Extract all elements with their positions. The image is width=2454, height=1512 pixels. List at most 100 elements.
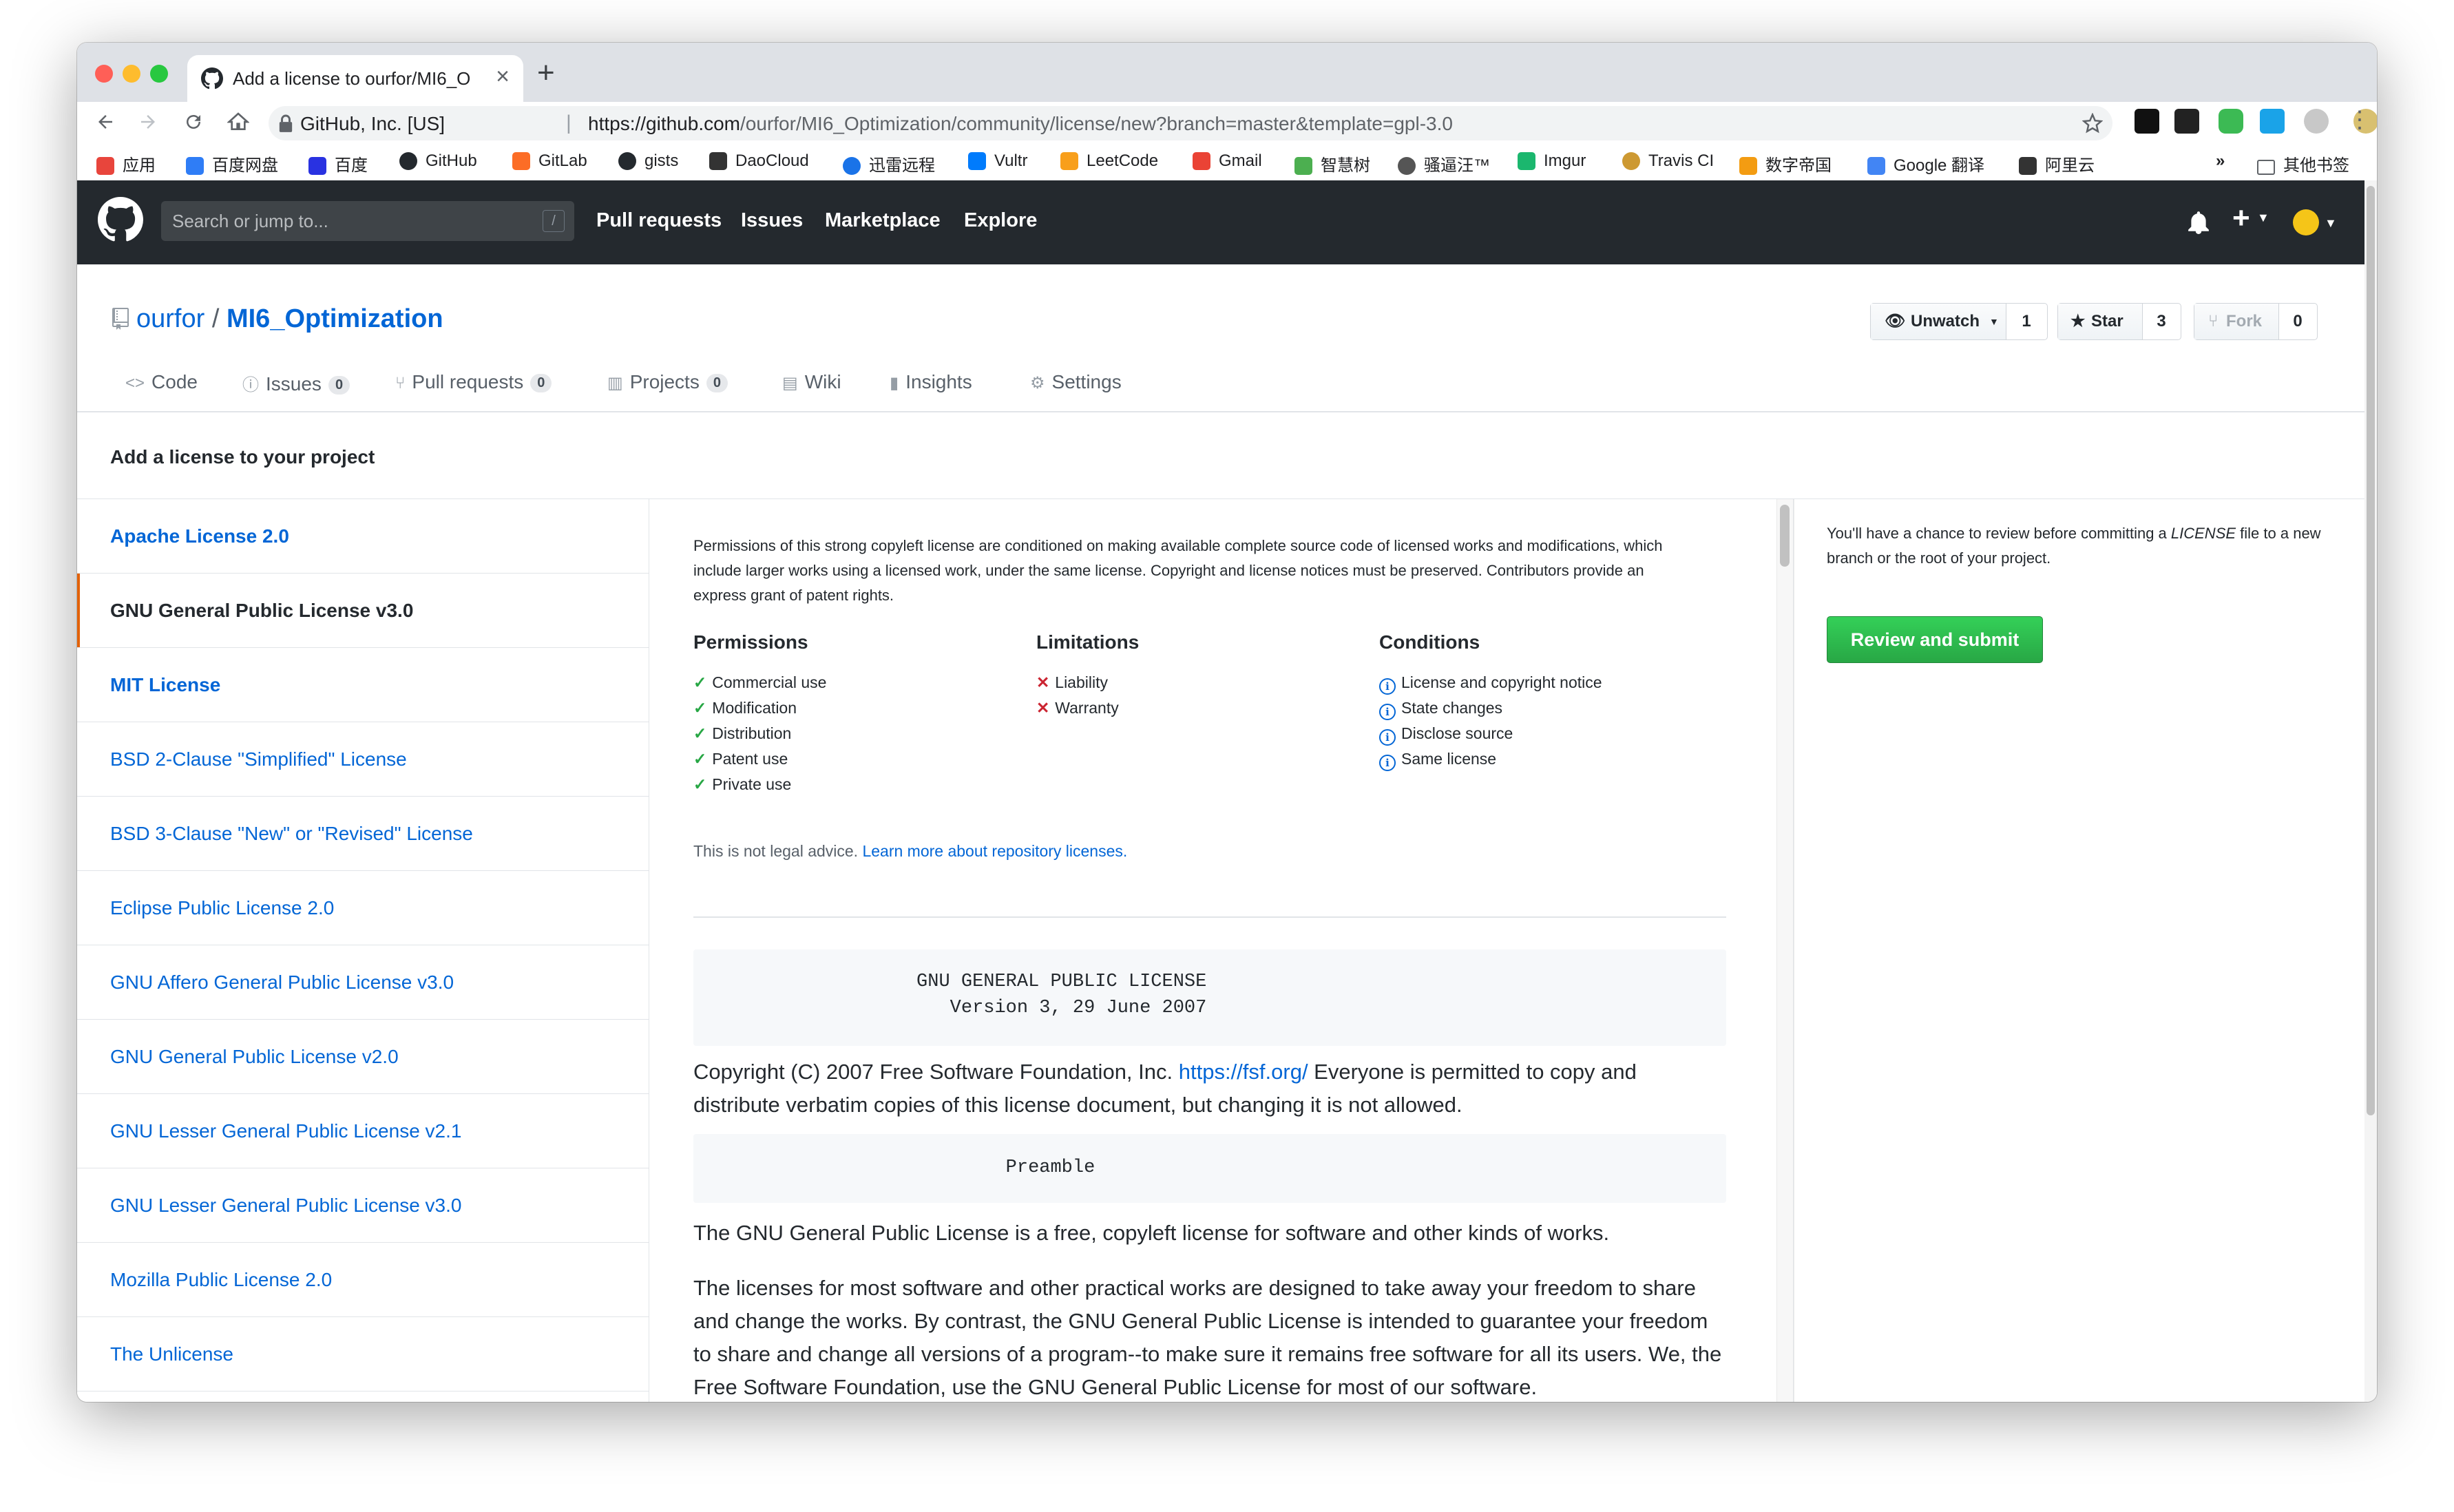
bookmark-item[interactable]: Travis CI <box>1622 151 1714 171</box>
address-bar[interactable]: GitHub, Inc. [US] | https://github.com/o… <box>269 106 2112 140</box>
close-window-button[interactable] <box>95 65 113 83</box>
extension-4-icon[interactable] <box>2260 109 2285 134</box>
url-path: /ourfor/MI6_Optimization/community/licen… <box>740 113 1453 134</box>
tab-projects[interactable]: ▥ Projects 0 <box>607 371 728 393</box>
license-item-bsd-3[interactable]: BSD 3-Clause "New" or "Revised" License <box>77 797 649 871</box>
bookmark-item[interactable]: 数字帝国 <box>1739 151 1832 176</box>
other-bookmarks[interactable]: 其他书签 <box>2257 151 2349 176</box>
nav-marketplace[interactable]: Marketplace <box>825 209 941 232</box>
bookmark-item[interactable]: Imgur <box>1518 151 1586 171</box>
tab-pull-requests[interactable]: ⑂ Pull requests 0 <box>395 371 552 393</box>
create-dropdown-caret-icon[interactable]: ▼ <box>2257 211 2269 225</box>
fork-button[interactable]: ⑂ Fork <box>2194 304 2279 339</box>
bookmark-item[interactable]: LeetCode <box>1060 151 1158 171</box>
nav-pull-requests[interactable]: Pull requests <box>596 209 722 232</box>
user-dropdown-caret-icon[interactable]: ▼ <box>2325 216 2337 231</box>
create-new-plus-icon[interactable]: + <box>2232 201 2250 235</box>
license-item-bsd-2[interactable]: BSD 2-Clause "Simplified" License <box>77 722 649 797</box>
license-item-lgpl-2-1[interactable]: GNU Lesser General Public License v2.1 <box>77 1094 649 1168</box>
details-scrollbar-thumb[interactable] <box>1780 505 1790 567</box>
home-icon[interactable] <box>227 111 249 133</box>
reload-icon[interactable] <box>183 112 204 132</box>
tab-settings[interactable]: ⚙ Settings <box>1030 371 1122 393</box>
tab-close-icon[interactable]: × <box>496 65 510 88</box>
saobiwang-icon <box>1398 157 1416 175</box>
license-item-apache[interactable]: Apache License 2.0 <box>77 499 649 574</box>
page-scrollbar-thumb[interactable] <box>2367 186 2375 1115</box>
bookmark-item[interactable]: 应用 <box>96 151 156 176</box>
bookmark-item[interactable]: 智慧树 <box>1294 151 1370 176</box>
bookmark-item[interactable]: GitHub <box>399 151 477 171</box>
watchers-count[interactable]: 1 <box>2006 304 2046 339</box>
bookmark-item[interactable]: GitLab <box>512 151 587 171</box>
extension-2-icon[interactable] <box>2174 109 2199 134</box>
forks-count[interactable]: 0 <box>2279 304 2316 339</box>
eye-icon: 👁 <box>1885 312 1906 330</box>
search-input[interactable] <box>161 201 530 241</box>
fsf-link[interactable]: https://fsf.org/ <box>1179 1060 1308 1084</box>
folder-icon <box>2257 160 2275 175</box>
limitation-rule: ✕ Liability <box>1036 673 1108 691</box>
extension-1-icon[interactable] <box>2135 109 2159 134</box>
page-title: Add a license to your project <box>110 446 375 468</box>
license-item-agpl-3[interactable]: GNU Affero General Public License v3.0 <box>77 945 649 1020</box>
bookmark-item[interactable]: 百度 <box>308 151 368 176</box>
check-icon: ✓ <box>693 699 707 717</box>
maximize-window-button[interactable] <box>150 65 168 83</box>
bookmarks-overflow-button[interactable]: » <box>2216 151 2225 171</box>
learn-more-link[interactable]: Learn more about repository licenses. <box>862 842 1127 860</box>
bookmark-item[interactable]: 阿里云 <box>2019 151 2095 176</box>
extension-3-icon[interactable] <box>2219 109 2243 134</box>
review-note: You'll have a chance to review before co… <box>1827 525 2321 567</box>
github-logo-icon[interactable] <box>98 197 143 242</box>
bookmark-item[interactable]: Gmail <box>1193 151 1262 171</box>
unwatch-button[interactable]: 👁 Unwatch ▼ <box>1871 304 2006 339</box>
review-and-submit-button[interactable]: Review and submit <box>1827 616 2043 663</box>
bookmark-item[interactable]: 骚逼汪™ <box>1398 151 1490 176</box>
license-item-epl-2[interactable]: Eclipse Public License 2.0 <box>77 871 649 945</box>
license-item-gpl-3[interactable]: GNU General Public License v3.0 <box>77 574 649 648</box>
bookmark-item[interactable]: Vultr <box>968 151 1027 171</box>
tab-wiki[interactable]: ▤ Wiki <box>782 371 841 393</box>
active-tab[interactable]: Add a license to ourfor/MI6_Op × <box>187 55 523 102</box>
license-item-lgpl-3[interactable]: GNU Lesser General Public License v3.0 <box>77 1168 649 1243</box>
minimize-window-button[interactable] <box>123 65 140 83</box>
license-header-box: GNU GENERAL PUBLIC LICENSE Version 3, 29… <box>693 949 1726 1046</box>
new-tab-button[interactable]: + <box>537 58 555 88</box>
page-scrollbar[interactable] <box>2364 180 2377 1402</box>
bookmark-item[interactable]: DaoCloud <box>709 151 809 171</box>
license-item-unlicense[interactable]: The Unlicense <box>77 1317 649 1392</box>
bookmark-star-icon[interactable] <box>2082 113 2103 134</box>
bookmark-item[interactable]: 百度网盘 <box>186 151 278 176</box>
back-arrow-icon[interactable] <box>95 112 116 132</box>
star-button[interactable]: ★ Star <box>2058 304 2143 339</box>
user-avatar[interactable] <box>2293 209 2319 235</box>
forward-arrow-icon[interactable] <box>138 112 158 132</box>
license-header-text: GNU GENERAL PUBLIC LICENSE Version 3, 29… <box>916 972 1207 1018</box>
details-scrollbar[interactable] <box>1776 499 1794 1402</box>
nav-explore[interactable]: Explore <box>964 209 1037 232</box>
check-icon: ✓ <box>693 724 707 742</box>
projects-count: 0 <box>706 374 728 392</box>
repo-name-link[interactable]: MI6_Optimization <box>227 304 443 333</box>
conditions-column: Conditions i License and copyright notice… <box>1379 631 1696 772</box>
menu-kebab-icon[interactable]: ⋮ <box>2344 106 2371 134</box>
tab-issues[interactable]: ⓘ Issues 0 <box>242 371 350 395</box>
bookmark-item[interactable]: 迅雷远程 <box>843 151 935 176</box>
stargazers-count[interactable]: 3 <box>2143 304 2180 339</box>
nav-issues[interactable]: Issues <box>741 209 803 232</box>
repo-tabs: <> Code ⓘ Issues 0 ⑂ Pull requests 0 ▥ Project… <box>77 350 2364 412</box>
license-item-mpl-2[interactable]: Mozilla Public License 2.0 <box>77 1243 649 1317</box>
bookmark-item[interactable]: Google 翻译 <box>1867 151 1984 176</box>
notifications-bell-icon[interactable] <box>2188 211 2209 234</box>
extension-5-icon[interactable] <box>2304 109 2329 134</box>
tab-code[interactable]: <> Code <box>125 371 198 393</box>
bookmark-item[interactable]: gists <box>618 151 678 171</box>
license-item-mit[interactable]: MIT License <box>77 648 649 722</box>
license-details: Permissions of this strong copyleft lice… <box>649 499 1783 1402</box>
code-icon: <> <box>125 374 145 392</box>
baidu-pan-icon <box>186 157 204 175</box>
repo-owner-link[interactable]: ourfor <box>136 304 204 333</box>
license-item-gpl-2[interactable]: GNU General Public License v2.0 <box>77 1020 649 1094</box>
tab-insights[interactable]: ▮ Insights <box>890 371 972 393</box>
